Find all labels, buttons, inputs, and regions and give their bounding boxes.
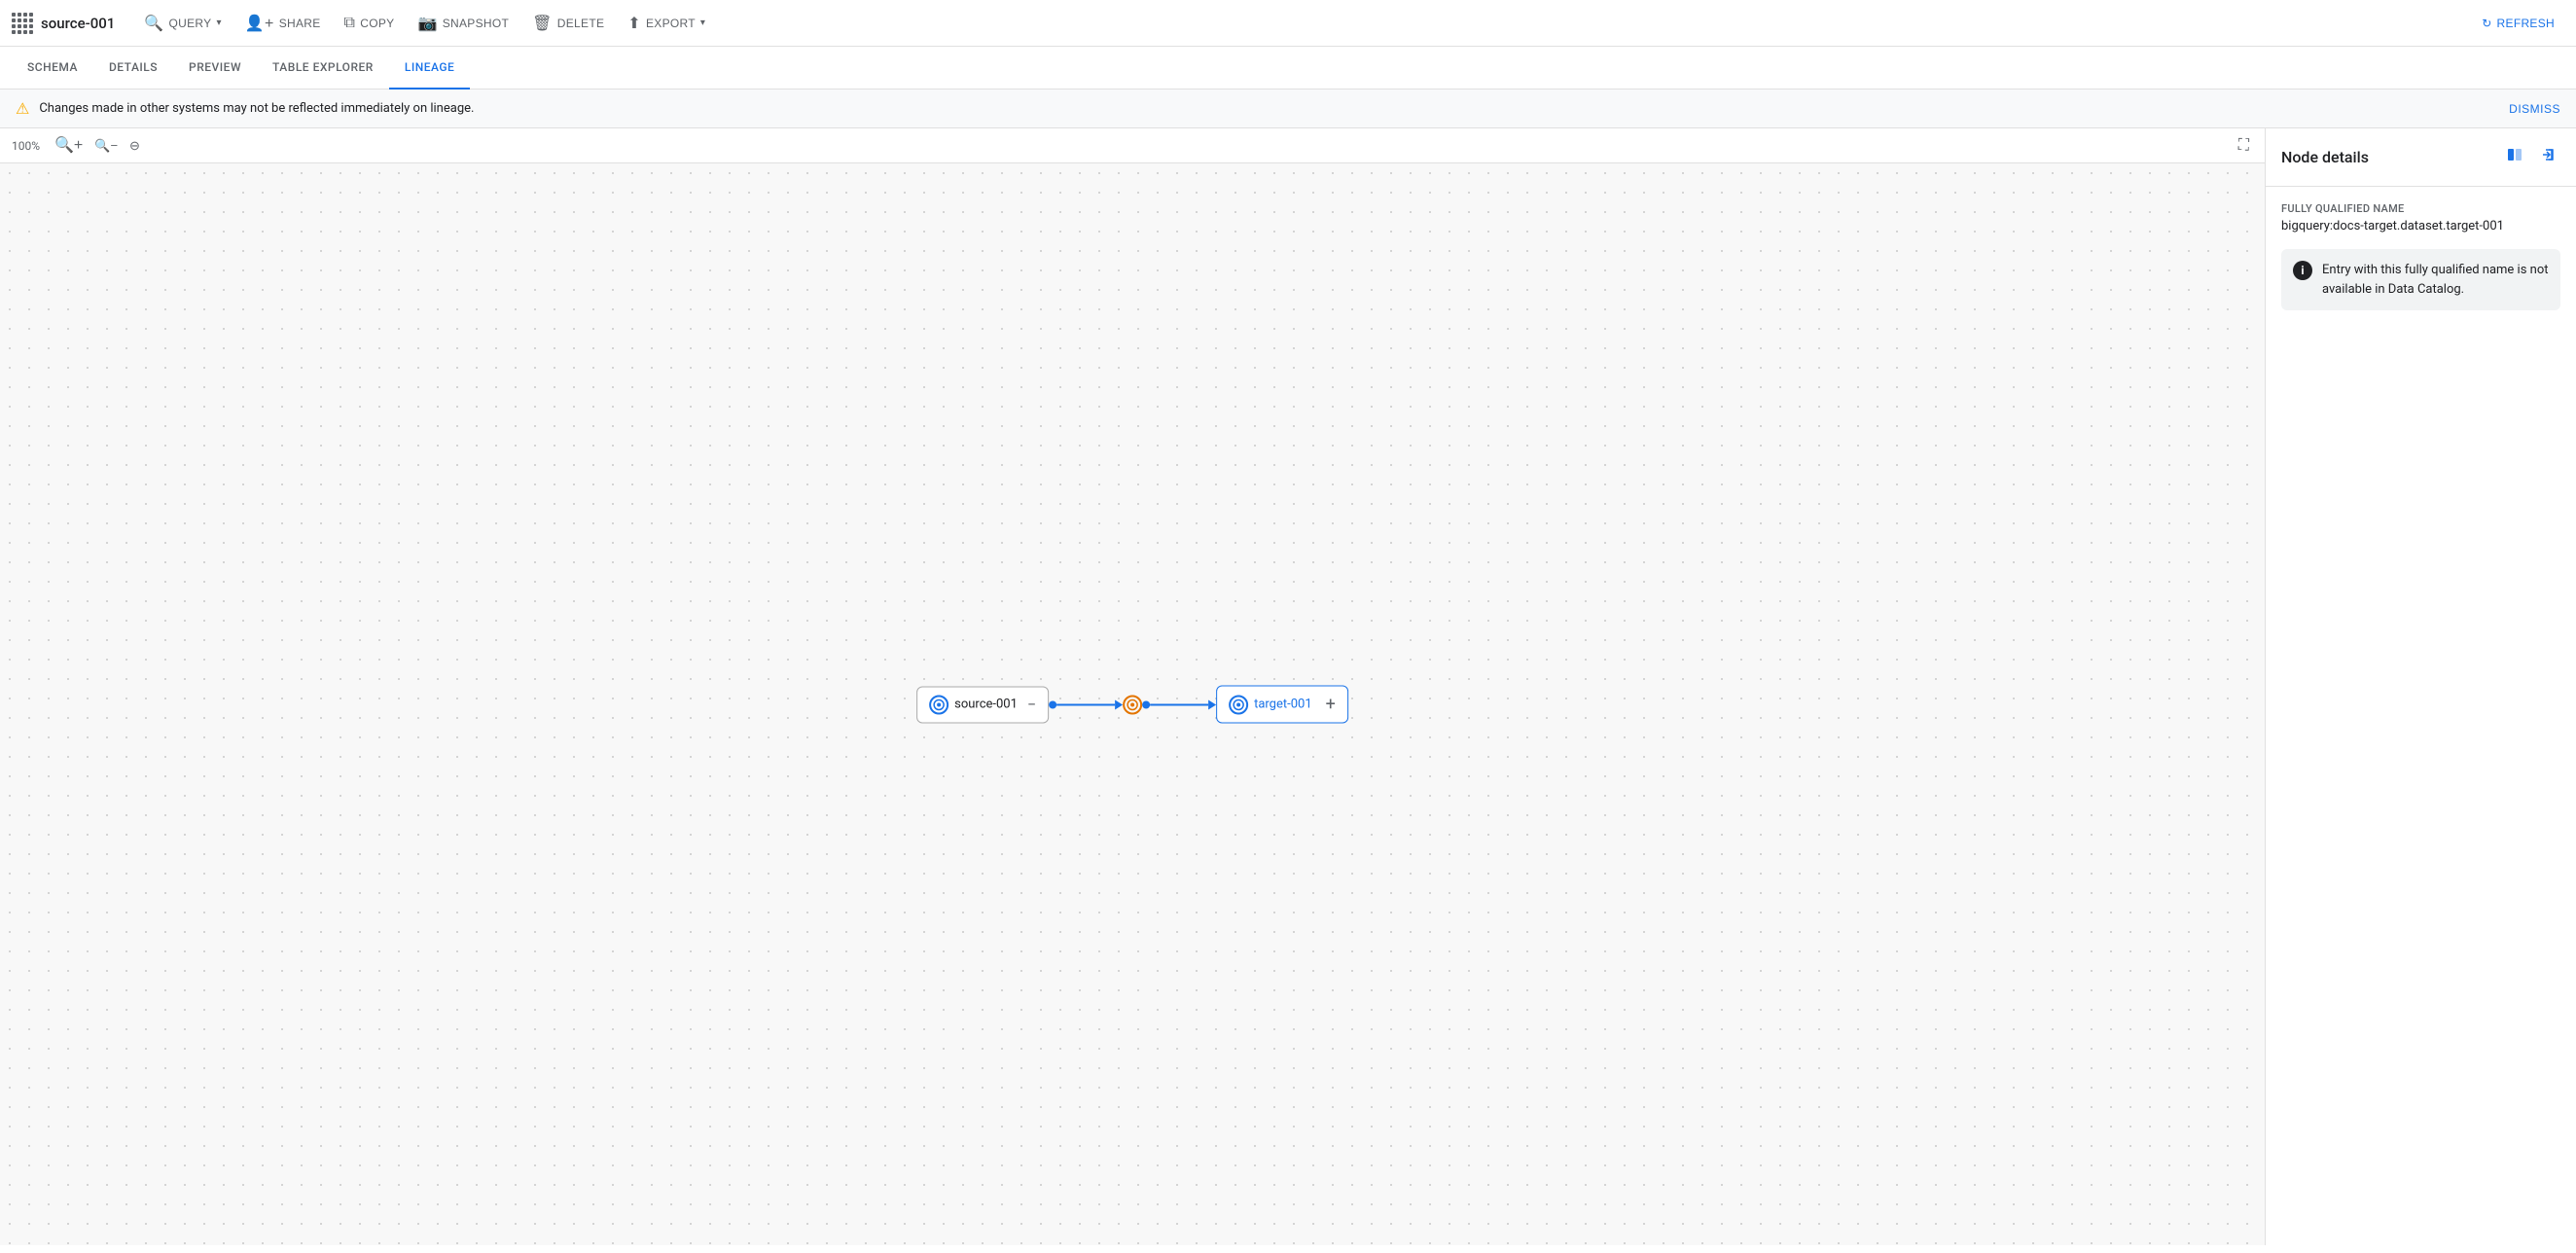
snapshot-icon: 📷 bbox=[417, 14, 437, 33]
connector-line-1 bbox=[1056, 703, 1115, 705]
source-node[interactable]: source-001 − bbox=[916, 686, 1049, 723]
warning-icon: ⚠ bbox=[16, 99, 29, 118]
connector-2 bbox=[1142, 699, 1216, 709]
toolbar: source-001 🔍 QUERY ▾ 👤+ SHARE ⧉ COPY 📷 S… bbox=[0, 0, 2576, 47]
canvas-area: 100% 🔍+ 🔍− ⊖ ⛶ source-001 bbox=[0, 128, 2265, 1245]
source-node-label: source-001 bbox=[954, 698, 1018, 712]
resize-icon bbox=[2506, 146, 2523, 163]
share-icon: 👤+ bbox=[245, 14, 274, 33]
dismiss-button[interactable]: DISMISS bbox=[2509, 102, 2560, 116]
copy-icon: ⧉ bbox=[344, 15, 356, 32]
connector-line-2 bbox=[1150, 703, 1208, 705]
chevron-down-icon: ▾ bbox=[700, 18, 705, 28]
connector-dot-1 bbox=[1049, 700, 1056, 708]
banner-message: Changes made in other systems may not be… bbox=[39, 101, 2499, 116]
delete-button[interactable]: 🗑 DELETE bbox=[522, 8, 614, 39]
lineage-canvas[interactable]: source-001 − bbox=[0, 163, 2265, 1245]
tab-table-explorer[interactable]: TABLE EXPLORER bbox=[257, 48, 389, 90]
target-node-expand[interactable]: + bbox=[1318, 695, 1336, 715]
info-banner: ⚠ Changes made in other systems may not … bbox=[0, 90, 2576, 128]
tab-bar: SCHEMA DETAILS PREVIEW TABLE EXPLORER LI… bbox=[0, 47, 2576, 90]
close-panel-icon bbox=[2539, 146, 2557, 163]
intermediate-node-icon bbox=[1123, 695, 1142, 714]
refresh-icon: ↻ bbox=[2482, 17, 2491, 30]
info-message: Entry with this fully qualified name is … bbox=[2322, 261, 2549, 299]
tab-preview[interactable]: PREVIEW bbox=[173, 48, 257, 90]
right-panel: Node details Fully qualified name bigque… bbox=[2265, 128, 2576, 1245]
zoom-reset-button[interactable]: ⊖ bbox=[125, 137, 144, 154]
panel-close-button[interactable] bbox=[2535, 142, 2560, 172]
fqn-value: bigquery:docs-target.dataset.target-001 bbox=[2281, 219, 2560, 233]
fqn-label: Fully qualified name bbox=[2281, 202, 2560, 215]
app-title: source-001 bbox=[41, 15, 115, 32]
lineage-diagram: source-001 − bbox=[916, 686, 1348, 724]
snapshot-button[interactable]: 📷 SNAPSHOT bbox=[408, 8, 519, 39]
app-title-area: source-001 bbox=[12, 13, 115, 34]
refresh-button[interactable]: ↻ REFRESH bbox=[2472, 11, 2564, 36]
zoom-level: 100% bbox=[12, 139, 47, 153]
tab-schema[interactable]: SCHEMA bbox=[12, 48, 93, 90]
delete-icon: 🗑 bbox=[532, 14, 553, 33]
zoom-in-button[interactable]: 🔍+ bbox=[51, 136, 87, 156]
connector-1 bbox=[1049, 699, 1123, 709]
copy-button[interactable]: ⧉ COPY bbox=[335, 9, 405, 38]
info-icon: i bbox=[2293, 261, 2312, 280]
tab-lineage[interactable]: LINEAGE bbox=[389, 48, 471, 90]
source-node-icon bbox=[929, 695, 948, 714]
zoom-out-button[interactable]: 🔍− bbox=[90, 137, 122, 154]
main-content: 100% 🔍+ 🔍− ⊖ ⛶ source-001 bbox=[0, 128, 2576, 1245]
panel-header: Node details bbox=[2266, 128, 2576, 187]
export-icon: ⬆ bbox=[627, 14, 641, 33]
query-button[interactable]: 🔍 QUERY ▾ bbox=[134, 8, 232, 39]
fullscreen-button[interactable]: ⛶ bbox=[2235, 135, 2253, 157]
export-button[interactable]: ⬆ EXPORT ▾ bbox=[618, 8, 715, 39]
search-icon: 🔍 bbox=[144, 14, 163, 33]
grid-icon bbox=[12, 13, 33, 34]
tab-details[interactable]: DETAILS bbox=[93, 48, 173, 90]
target-node[interactable]: target-001 + bbox=[1216, 686, 1348, 724]
panel-title: Node details bbox=[2281, 148, 2494, 166]
chevron-down-icon: ▾ bbox=[216, 18, 221, 28]
zoom-bar: 100% 🔍+ 🔍− ⊖ ⛶ bbox=[0, 128, 2265, 163]
info-box: i Entry with this fully qualified name i… bbox=[2281, 249, 2560, 310]
fqn-field: Fully qualified name bigquery:docs-targe… bbox=[2281, 202, 2560, 233]
target-node-label: target-001 bbox=[1254, 698, 1312, 712]
connector-arrow-2 bbox=[1208, 699, 1216, 709]
intermediate-node[interactable] bbox=[1123, 695, 1142, 714]
panel-resize-button[interactable] bbox=[2502, 142, 2527, 172]
connector-arrow-1 bbox=[1115, 699, 1123, 709]
panel-content: Fully qualified name bigquery:docs-targe… bbox=[2266, 187, 2576, 1245]
target-node-icon bbox=[1229, 695, 1248, 714]
source-node-collapse[interactable]: − bbox=[1027, 696, 1036, 714]
connector-dot-2 bbox=[1142, 700, 1150, 708]
share-button[interactable]: 👤+ SHARE bbox=[235, 8, 331, 39]
